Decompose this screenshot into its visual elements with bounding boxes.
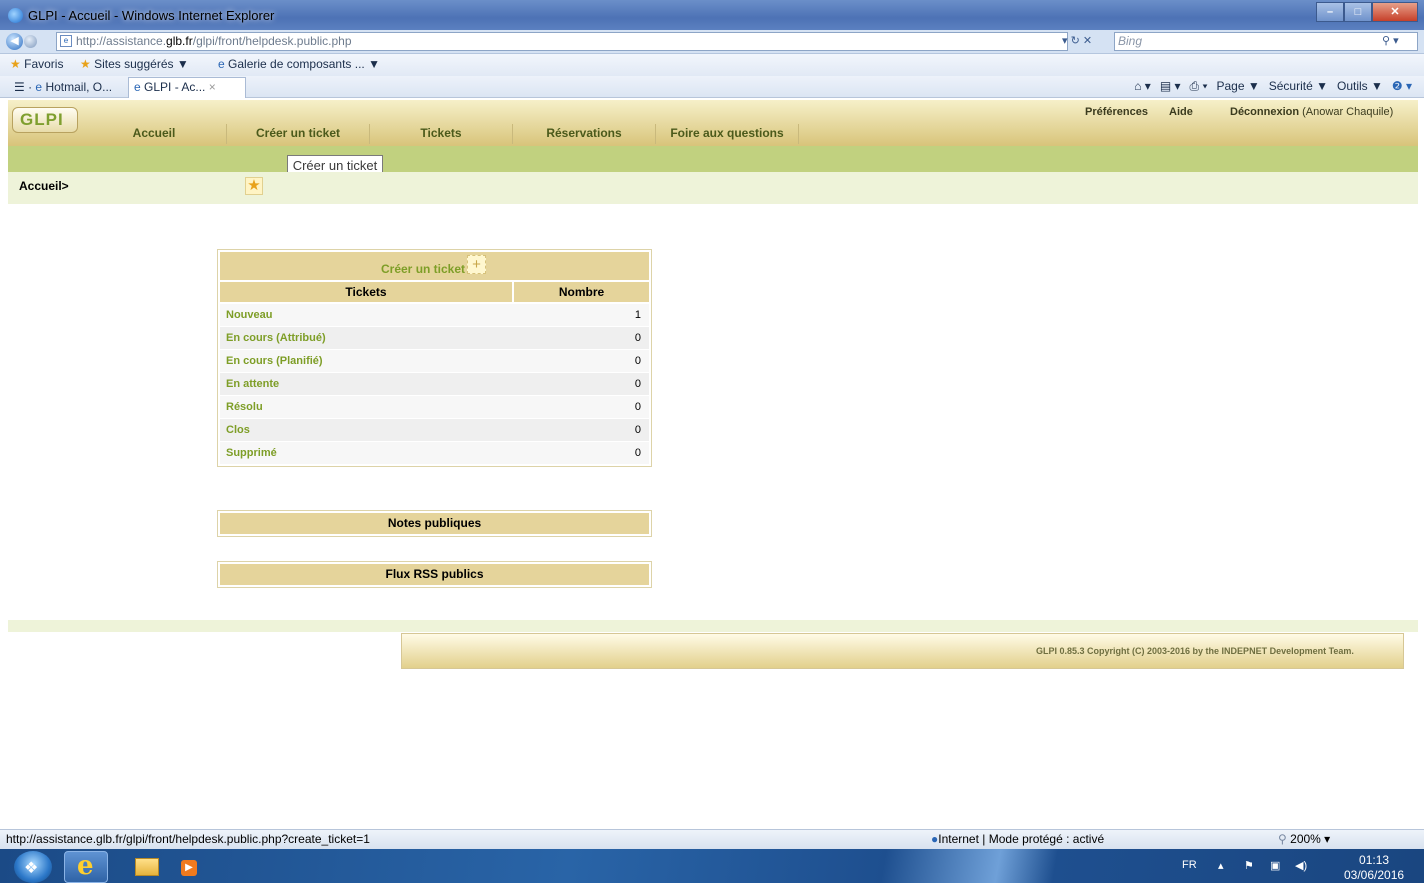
windows-logo-icon: ❖: [24, 860, 39, 877]
tab-glpi-label[interactable]: e GLPI - Ac... ×: [130, 78, 220, 97]
search-icon[interactable]: ⚲ ▾: [1382, 34, 1399, 47]
tools-menu[interactable]: Outils ▼: [1337, 79, 1383, 94]
language-indicator[interactable]: FR: [1182, 859, 1197, 871]
row-count: 0: [634, 424, 641, 436]
logout-link[interactable]: Déconnexion (Anowar Chaquile): [1230, 106, 1393, 118]
menu-tickets[interactable]: Tickets: [370, 126, 512, 146]
breadcrumb-bar: [8, 172, 1418, 204]
minimize-button[interactable]: –: [1316, 2, 1344, 22]
window-controls: – □ ✕: [1316, 2, 1418, 24]
tab-hotmail[interactable]: ☰ · e Hotmail, O...: [10, 78, 116, 97]
window-title: GLPI - Accueil - Windows Internet Explor…: [28, 8, 275, 23]
forward-button[interactable]: [24, 35, 37, 48]
show-hidden-icons[interactable]: ▴: [1218, 859, 1224, 872]
row-count: 0: [634, 401, 641, 413]
feeds-icon[interactable]: ▤ ▾: [1160, 79, 1181, 94]
create-ticket-link[interactable]: Créer un ticket: [381, 262, 465, 276]
search-input[interactable]: [1114, 32, 1418, 51]
help-link[interactable]: Aide: [1169, 106, 1193, 118]
row-label-resolu[interactable]: Résolu: [220, 396, 512, 418]
page-icon: e: [60, 35, 72, 47]
help-icon[interactable]: ❷ ▾: [1392, 79, 1412, 94]
suggested-sites-icon: ★: [80, 57, 91, 71]
column-header-count: Nombre: [514, 282, 649, 302]
close-tab-icon[interactable]: ×: [209, 80, 216, 94]
row-count: 0: [634, 447, 641, 459]
row-label-en-cours-planifie[interactable]: En cours (Planifié): [220, 350, 512, 372]
ie-page-icon: e: [134, 80, 141, 94]
security-zone: ●Internet | Mode protégé : activé: [931, 832, 1105, 846]
public-rss-title: Flux RSS publics: [220, 564, 649, 585]
search-placeholder: Bing: [1118, 34, 1143, 48]
menu-faq[interactable]: Foire aux questions: [656, 126, 798, 146]
favorites-bar: [0, 54, 1424, 76]
row-label-supprime[interactable]: Supprimé: [220, 442, 512, 464]
maximize-button[interactable]: □: [1344, 2, 1372, 22]
close-button[interactable]: ✕: [1372, 2, 1418, 22]
clock[interactable]: 01:13 03/06/2016: [1344, 853, 1404, 883]
menu-separator: [798, 124, 799, 144]
preferences-link[interactable]: Préférences: [1085, 106, 1148, 118]
current-user: (Anowar Chaquile): [1302, 106, 1394, 118]
clock-time: 01:13: [1359, 853, 1390, 867]
print-icon[interactable]: ⎙ ▾: [1190, 79, 1208, 94]
star-icon: ★: [10, 57, 21, 71]
row-count: 0: [634, 332, 641, 344]
zoom-control[interactable]: ⚲ 200% ▾: [1278, 832, 1330, 846]
row-label-en-attente[interactable]: En attente: [220, 373, 512, 395]
home-icon[interactable]: ⌂ ▾: [1134, 79, 1151, 94]
ie-page-icon: e: [35, 80, 43, 94]
folder-icon: [135, 858, 159, 876]
menu-reservations[interactable]: Réservations: [513, 126, 655, 146]
favorite-suggested-sites[interactable]: ★ Sites suggérés ▼: [80, 57, 189, 71]
network-icon[interactable]: ▣: [1270, 859, 1280, 872]
favorite-web-slice-gallery[interactable]: e Galerie de composants ... ▼: [218, 57, 380, 71]
address-url[interactable]: http://assistance.glb.fr/glpi/front/help…: [76, 34, 352, 48]
zoom-icon: ⚲: [1278, 832, 1287, 846]
row-count: 0: [634, 378, 641, 390]
row-label-clos[interactable]: Clos: [220, 419, 512, 441]
volume-icon[interactable]: ◀): [1295, 859, 1307, 872]
submenu-bar: [8, 146, 1418, 172]
media-player-icon: ▶: [181, 860, 197, 876]
command-bar: ⌂ ▾ ▤ ▾ ⎙ ▾ Page ▼ Sécurité ▼ Outils ▼ ❷…: [1134, 79, 1412, 94]
favorites-button[interactable]: ★ Favoris: [10, 57, 63, 71]
public-notes-title: Notes publiques: [220, 513, 649, 534]
copyright-text[interactable]: GLPI 0.85.3 Copyright (C) 2003-2016 by t…: [1036, 646, 1354, 656]
ie-icon: e: [77, 851, 94, 881]
menu-accueil[interactable]: Accueil: [82, 126, 226, 146]
menu-create-ticket[interactable]: Créer un ticket: [227, 126, 369, 146]
page-menu[interactable]: Page ▼: [1217, 79, 1260, 94]
refresh-stop-icon[interactable]: ▾ ↻ ✕: [1062, 34, 1092, 47]
breadcrumb[interactable]: Accueil>: [19, 179, 69, 193]
status-url: http://assistance.glb.fr/glpi/front/help…: [6, 832, 370, 846]
ie-app-icon: [8, 8, 23, 23]
security-menu[interactable]: Sécurité ▼: [1269, 79, 1328, 94]
back-button[interactable]: ◀: [6, 33, 23, 50]
row-label-nouveau[interactable]: Nouveau: [220, 304, 512, 326]
row-count: 0: [634, 355, 641, 367]
glpi-logo-text: GLPI: [20, 110, 64, 129]
add-ticket-icon[interactable]: +: [467, 255, 486, 274]
bookmark-star-icon[interactable]: ★: [245, 177, 263, 195]
row-count: 1: [634, 309, 641, 321]
ie-page-icon: e: [218, 57, 225, 71]
row-label-en-cours-attribue[interactable]: En cours (Attribué): [220, 327, 512, 349]
action-center-flag-icon[interactable]: ⚑: [1244, 859, 1254, 872]
clock-date: 03/06/2016: [1344, 868, 1405, 882]
column-header-tickets: Tickets: [220, 282, 512, 302]
footer-band: [8, 620, 1418, 632]
